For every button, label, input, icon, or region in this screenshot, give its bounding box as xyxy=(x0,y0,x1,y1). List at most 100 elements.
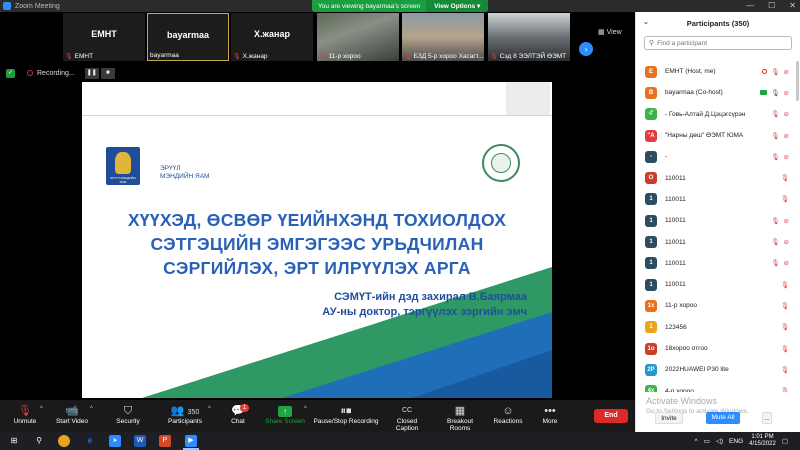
thumbnail-bayarmaa[interactable]: bayarmaa bayarmaa xyxy=(147,13,229,61)
participant-row[interactable]: 4x 4-р хороо 🎙 xyxy=(636,380,800,392)
stop-recording-button[interactable]: ■ xyxy=(100,67,115,79)
view-button[interactable]: ▦ View xyxy=(598,28,622,37)
thumbnail-name: ЕМНТ xyxy=(91,29,117,39)
shield-icon[interactable]: ✓ xyxy=(6,68,15,78)
thumbnail-sed-8[interactable]: 🎙 Сэд 8 ЭЭЛТЭЙ ӨЭМТ xyxy=(488,13,570,61)
participant-row[interactable]: -Г - Говь-Алтай Д.Цэцэгсүрэн 🎙 ⊘ xyxy=(636,104,800,125)
viewing-banner: You are viewing bayarmaa's screen View O… xyxy=(312,0,489,12)
mic-off-icon: 🎙 xyxy=(771,111,780,119)
word-icon[interactable]: W xyxy=(134,435,146,447)
thumbnail-emnt[interactable]: ЕМНТ 🎙 ЕМНТ xyxy=(63,13,145,61)
share-screen-button[interactable]: ↑ Share Screen ^ xyxy=(264,404,307,425)
participant-row[interactable]: E ЕМНТ (Host, me) 🎙 ⊘ xyxy=(636,61,800,82)
search-icon[interactable]: ⚲ xyxy=(33,435,45,447)
viewing-text: You are viewing bayarmaa's screen xyxy=(318,2,421,10)
tree-emblem-icon xyxy=(491,153,511,173)
edge-icon[interactable]: e xyxy=(84,435,96,447)
mic-off-icon: 🎙 xyxy=(771,239,780,247)
windows-start-icon[interactable]: ⊞ xyxy=(8,435,20,447)
mic-on-icon: 🎙 xyxy=(771,89,780,97)
security-button[interactable]: ⛉ Security xyxy=(110,404,146,425)
chevron-up-icon[interactable]: ^ xyxy=(40,406,43,412)
thumbnail-label: 🎙 БЗД 5-р хороо Хасагт... xyxy=(404,53,484,60)
chrome-icon[interactable] xyxy=(58,435,70,447)
participant-row[interactable]: - - 🎙 ⊘ xyxy=(636,146,800,167)
zoom-app-icon xyxy=(3,2,11,10)
avatar: 1 xyxy=(645,257,657,270)
participant-row[interactable]: O 110011 🎙 xyxy=(636,167,800,188)
participant-row[interactable]: 1 110011 🎙 xyxy=(636,274,800,295)
participant-list-scrollbar[interactable] xyxy=(796,61,799,101)
chevron-up-icon[interactable]: ^ xyxy=(90,406,93,412)
collapse-chevron-icon[interactable]: ⌄ xyxy=(643,18,649,26)
more-button[interactable]: ••• More xyxy=(538,404,562,425)
chat-button[interactable]: 💬 Chat 1 xyxy=(224,404,252,425)
network-icon[interactable]: ▭ xyxy=(704,437,710,445)
participant-row[interactable]: 1 110011 🎙 ⊘ xyxy=(636,210,800,231)
avatar: 1 xyxy=(645,321,657,334)
end-meeting-button[interactable]: End xyxy=(594,409,628,423)
close-button[interactable]: ✕ xyxy=(789,0,796,12)
soyombo-emblem-icon xyxy=(115,152,131,174)
participant-status-icons: 🎙 xyxy=(781,323,789,331)
notification-icon[interactable]: ▢ xyxy=(782,437,788,445)
participant-row[interactable]: 1o 18хороо отгоо 🎙 xyxy=(636,338,800,359)
thumbnail-khjanar[interactable]: Х.жанар 🎙 Х.жанар xyxy=(231,13,313,61)
thumbnail-name: bayarmaa xyxy=(166,30,210,40)
invite-button[interactable]: Invite xyxy=(655,412,683,424)
slide-title-line-3: СЭРГИЙЛЭХ, ЭРТ ИЛРҮҮЛЭХ АРГА xyxy=(163,258,471,278)
mic-off-icon: 🎙 xyxy=(771,260,780,268)
participant-row[interactable]: 1 110011 🎙 ⊘ xyxy=(636,253,800,274)
panel-title: Participants (350) xyxy=(686,18,750,28)
next-page-arrow-icon[interactable]: › xyxy=(579,42,593,56)
participant-row[interactable]: 1 123456 🎙 xyxy=(636,317,800,338)
zoom-taskbar-icon[interactable]: ▶ xyxy=(185,435,197,447)
meeting-toolbar: 🎙 Unmute ^ 📹 Start Video ^ ⛉ Security 👥 … xyxy=(0,400,635,432)
participants-button[interactable]: 👥 350 Participants ^ xyxy=(160,404,211,425)
participant-name: ЕМНТ (Host, me) xyxy=(665,68,716,76)
participant-status-icons: 🎙 ⊘ xyxy=(771,132,789,140)
start-video-button[interactable]: 📹 Start Video ^ xyxy=(52,404,93,425)
participant-row[interactable]: 1x 11-р хороо 🎙 xyxy=(636,295,800,316)
participant-row[interactable]: 1 110011 🎙 xyxy=(636,189,800,210)
clock-time: 1:01 PM xyxy=(751,434,774,440)
avatar: 1 xyxy=(645,236,657,249)
pause-stop-recording-button[interactable]: ⏸⏹ Pause/Stop Recording xyxy=(313,404,379,425)
chevron-up-icon[interactable]: ^ xyxy=(208,406,211,412)
maximize-button[interactable]: ☐ xyxy=(768,0,775,12)
tray-chevron-icon[interactable]: ^ xyxy=(695,438,698,445)
closed-caption-button[interactable]: CC Closed Caption xyxy=(385,404,429,432)
reactions-button[interactable]: ☺ Reactions xyxy=(492,404,524,425)
video-on-icon xyxy=(760,90,768,96)
telegram-icon[interactable]: ➤ xyxy=(109,435,121,447)
participant-row[interactable]: 1 110011 🎙 ⊘ xyxy=(636,231,800,252)
thumbnail-11-khoroo[interactable]: 🎙 11-р хороо xyxy=(317,13,399,61)
unmute-button[interactable]: 🎙 Unmute ^ xyxy=(8,404,43,425)
language-indicator[interactable]: ENG xyxy=(729,438,743,445)
minimize-button[interactable]: — xyxy=(746,0,754,12)
participant-row[interactable]: Bbayarmaa (Co-host) 🎙 ⊘ xyxy=(636,82,800,103)
clock[interactable]: 1:01 PM 4/15/2022 xyxy=(749,434,776,448)
panel-more-button[interactable]: ... xyxy=(762,412,772,424)
mic-off-icon: 🎙 xyxy=(780,366,789,374)
participant-name: 110011 xyxy=(665,195,686,203)
participant-status-icons: 🎙 xyxy=(781,174,789,182)
participant-search: ⚲ xyxy=(644,36,792,50)
pause-recording-button[interactable]: ❚❚ xyxy=(84,67,99,79)
participant-row[interactable]: "А "Нарны дөш" ӨЭМТ ЮМА 🎙 ⊘ xyxy=(636,125,800,146)
slide-title-line-1: ХҮҮХЭД, ӨСВӨР ҮЕИЙНХЭНД ТОХИОЛДОХ xyxy=(127,210,507,230)
participant-search-input[interactable] xyxy=(657,39,788,47)
chevron-up-icon[interactable]: ^ xyxy=(304,406,307,412)
thumbnail-bzd-5-khoroo[interactable]: 🎙 БЗД 5-р хороо Хасагт... xyxy=(402,13,484,61)
participant-row[interactable]: 2P 2022HUAWEI P30 lite 🎙 xyxy=(636,359,800,380)
volume-icon[interactable]: ◁) xyxy=(716,437,723,445)
mute-all-button[interactable]: Mute All xyxy=(706,412,740,424)
powerpoint-icon[interactable]: P xyxy=(159,435,171,447)
ministry-logo: ЭРҮҮЛ МЭНДИЙН ЯАМ xyxy=(106,147,140,185)
view-options-button[interactable]: View Options ▾ xyxy=(426,0,489,12)
participant-status-icons: 🎙 ⊘ xyxy=(771,238,789,246)
breakout-rooms-button[interactable]: ▦ Breakout Rooms xyxy=(436,404,484,432)
mic-off-icon: 🎙 xyxy=(780,302,789,310)
share-screen-icon: ↑ xyxy=(278,406,292,417)
mic-off-icon: 🎙 xyxy=(780,175,789,183)
